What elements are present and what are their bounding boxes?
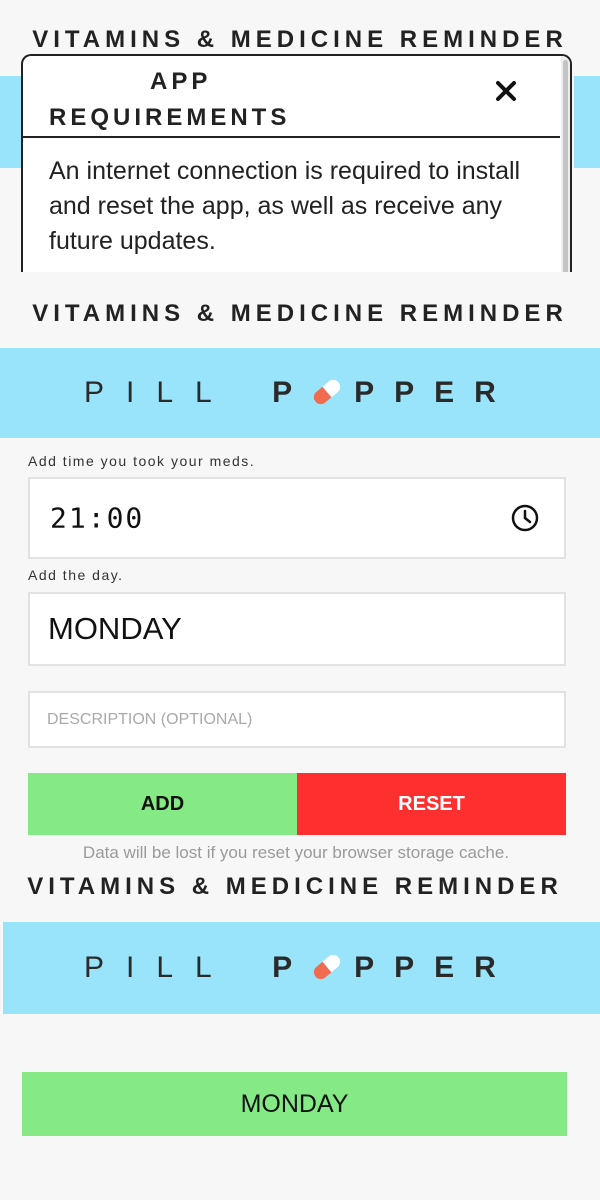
day-select[interactable]: MONDAY: [28, 592, 566, 666]
add-button[interactable]: ADD: [28, 773, 297, 835]
description-input[interactable]: [30, 693, 564, 746]
day-label: Add the day.: [28, 567, 124, 583]
logo-banner-secondary: PILL P PPER: [3, 922, 600, 1014]
app-heading-secondary: VITAMINS & MEDICINE REMINDER: [27, 873, 563, 900]
modal-body-text: An internet connection is required to in…: [49, 157, 521, 255]
logo-word-pill: PILL: [84, 376, 234, 409]
pill-capsule-icon: [311, 952, 344, 983]
modal-scrollbar-thumb[interactable]: [563, 60, 568, 272]
day-value: MONDAY: [48, 611, 182, 646]
modal-title: APP REQUIREMENTS: [49, 64, 349, 136]
logo-word-popper: P PPER: [272, 951, 516, 984]
clock-icon[interactable]: [510, 503, 540, 533]
logo-banner-top-left: [0, 76, 22, 168]
modal-divider: [23, 136, 560, 138]
time-label: Add time you took your meds.: [28, 453, 256, 469]
logo-word-pill: PILL: [84, 951, 234, 984]
time-input[interactable]: 21:00: [28, 477, 566, 559]
reset-warning-text: Data will be lost if you reset your brow…: [82, 843, 510, 862]
reset-button[interactable]: RESET: [297, 773, 566, 835]
logo-banner: PILL P PPER: [0, 348, 600, 438]
app-heading: VITAMINS & MEDICINE REMINDER: [32, 300, 568, 327]
pill-popper-logo: PILL P PPER: [84, 376, 516, 410]
modal-scrollbar[interactable]: [561, 56, 570, 272]
modal-title-line2: REQUIREMENTS: [49, 104, 291, 131]
logo-letter-p: P: [272, 376, 313, 409]
modal-title-line1: APP: [150, 68, 212, 95]
schedule-day-item[interactable]: MONDAY: [22, 1072, 567, 1136]
logo-word-popper: P PPER: [272, 376, 516, 409]
app-heading-top: VITAMINS & MEDICINE REMINDER: [32, 26, 568, 53]
time-value: 21:00: [50, 501, 145, 535]
logo-banner-top-right: [574, 76, 600, 168]
app-requirements-modal: APP REQUIREMENTS An internet connection …: [21, 54, 572, 272]
logo-word-popper-rest: PPER: [354, 376, 516, 409]
close-icon[interactable]: [493, 78, 519, 104]
description-field[interactable]: [28, 691, 566, 748]
pill-popper-logo-secondary: PILL P PPER: [84, 951, 516, 985]
logo-letter-p: P: [272, 951, 313, 984]
logo-word-popper-rest: PPER: [354, 951, 516, 984]
pill-capsule-icon: [311, 377, 344, 408]
